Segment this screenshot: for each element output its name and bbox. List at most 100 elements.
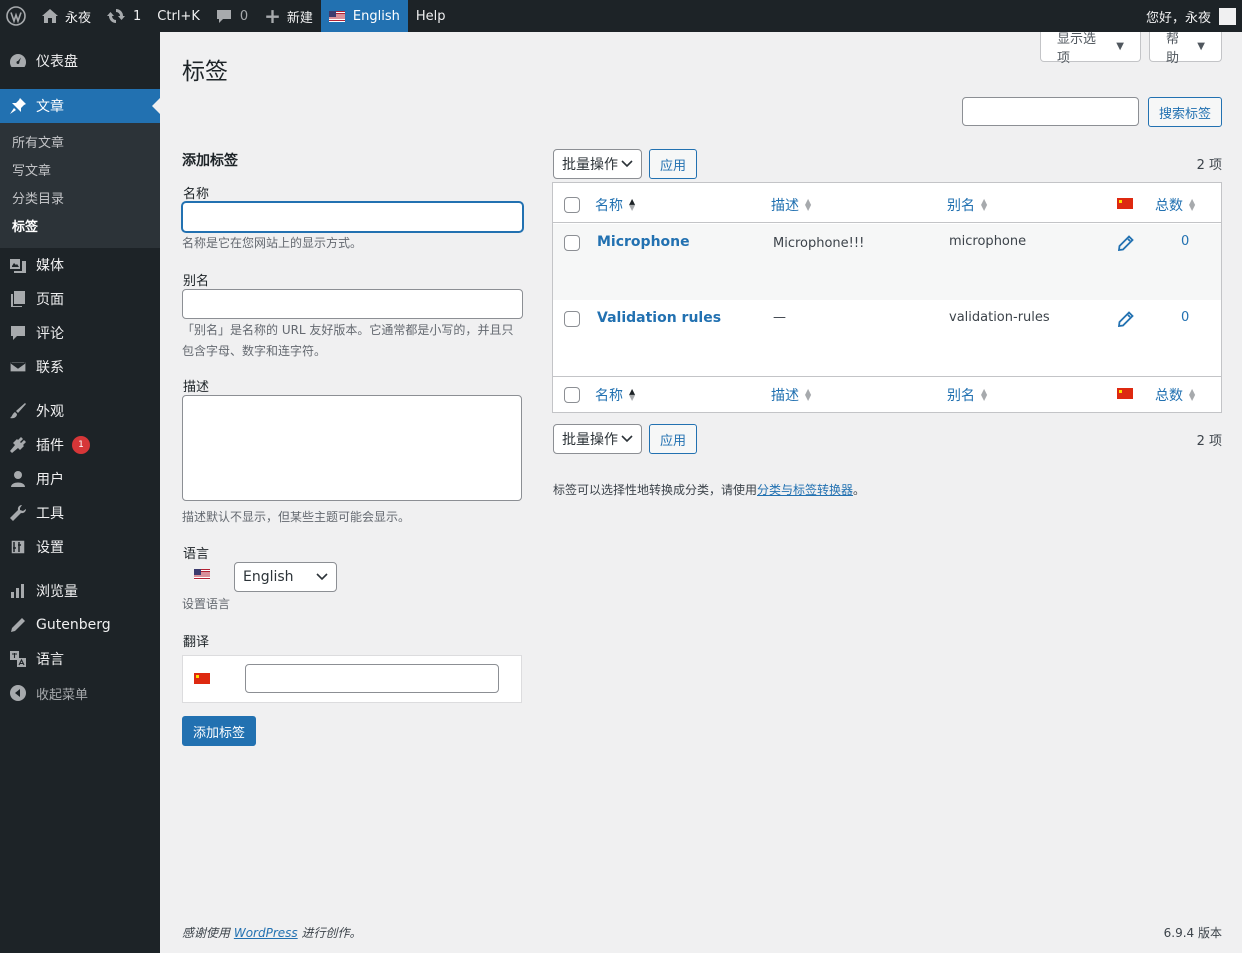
collapse-menu-button[interactable]: 收起菜单 — [0, 676, 160, 710]
menu-label: 联系 — [36, 360, 64, 376]
menu-posts[interactable]: 文章 — [0, 89, 160, 123]
menu-dashboard[interactable]: 仪表盘 — [0, 44, 160, 78]
column-slug-footer[interactable]: 别名 ▲ ▼ — [947, 385, 987, 405]
translation-icon — [8, 649, 28, 669]
sort-icon: ▲ ▼ — [981, 197, 988, 212]
submenu-new-post[interactable]: 写文章 — [0, 158, 160, 186]
bulk-actions-select-bottom[interactable]: 批量操作 — [553, 424, 642, 454]
wordpress-link[interactable]: WordPress — [234, 926, 298, 940]
language-switcher[interactable]: English — [320, 0, 408, 32]
tag-converter-link[interactable]: 分类与标签转换器 — [757, 483, 853, 497]
page-title: 标签 — [182, 59, 228, 85]
row-checkbox[interactable] — [564, 235, 580, 251]
menu-contact[interactable]: 联系 — [0, 350, 160, 384]
menu-plugins[interactable]: 插件 1 — [0, 428, 160, 462]
comments-link[interactable]: 0 — [208, 0, 256, 32]
main-content: 显示选项 ▼ 帮助 ▼ 标签 搜索标签 添加标签 名称 名称是它在您网站上的显示方式… — [160, 32, 1242, 953]
caret-down-icon: ▼ — [1197, 41, 1205, 52]
chevron-down-icon — [316, 573, 328, 581]
help-button[interactable]: 帮助 ▼ — [1149, 32, 1222, 66]
menu-users[interactable]: 用户 — [0, 462, 160, 496]
column-name-header[interactable]: 名称 ▲ ▼ — [595, 195, 635, 215]
column-slug-header[interactable]: 别名 ▲ ▼ — [947, 195, 987, 215]
slug-label: 别名 — [183, 274, 210, 289]
screen-options-button[interactable]: 显示选项 ▼ — [1040, 32, 1141, 66]
description-help: 描述默认不显示，但某些主题可能会显示。 — [182, 510, 411, 524]
edit-translation-pencil-icon[interactable] — [1117, 235, 1134, 255]
select-all-checkbox[interactable] — [564, 197, 580, 213]
plus-icon: + — [264, 4, 281, 28]
search-input[interactable] — [962, 97, 1139, 126]
sort-icon: ▲ ▼ — [629, 197, 636, 212]
menu-label: 用户 — [36, 472, 64, 488]
tag-count-link[interactable]: 0 — [1181, 234, 1189, 249]
tag-name-link[interactable]: Microphone — [597, 234, 690, 250]
dashboard-icon — [8, 51, 28, 71]
menu-settings[interactable]: 设置 — [0, 530, 160, 564]
tags-table: 名称 ▲ ▼ 描述 ▲ ▼ 别名 ▲ ▼ 总数 ▲ ▼ Microphone Micro… — [552, 182, 1222, 413]
apply-button-top[interactable]: 应用 — [649, 149, 697, 179]
menu-label: 设置 — [36, 540, 64, 556]
select-all-checkbox-bottom[interactable] — [564, 387, 580, 403]
new-content-link[interactable]: + 新建 — [256, 0, 321, 32]
wordpress-logo-icon[interactable] — [0, 0, 33, 32]
menu-label: 浏览量 — [36, 584, 78, 600]
menu-media[interactable]: 媒体 — [0, 248, 160, 282]
column-count-header[interactable]: 总数 ▲ ▼ — [1155, 195, 1195, 215]
updates-link[interactable]: 1 — [99, 0, 149, 32]
column-label: 名称 — [595, 198, 623, 214]
menu-appearance[interactable]: 外观 — [0, 394, 160, 428]
menu-comments[interactable]: 评论 — [0, 316, 160, 350]
footer-post: 进行创作。 — [301, 926, 362, 940]
menu-languages[interactable]: 语言 — [0, 642, 160, 676]
column-label: 总数 — [1155, 198, 1183, 214]
menu-tools[interactable]: 工具 — [0, 496, 160, 530]
submenu-tags[interactable]: 标签 — [0, 214, 160, 242]
add-tag-button[interactable]: 添加标签 — [182, 716, 256, 746]
updates-count: 1 — [133, 8, 142, 24]
menu-label: 文章 — [36, 99, 64, 115]
avatar — [1219, 7, 1236, 25]
help-link[interactable]: Help — [408, 0, 454, 32]
command-palette-shortcut[interactable]: Ctrl+K — [149, 0, 208, 32]
site-name-link[interactable]: 永夜 — [33, 0, 99, 32]
column-description-footer[interactable]: 描述 ▲ ▼ — [771, 385, 811, 405]
comment-icon — [8, 323, 28, 343]
translation-input[interactable] — [245, 664, 499, 693]
column-name-footer[interactable]: 名称 ▲ ▼ — [595, 385, 635, 405]
comment-icon — [216, 8, 232, 24]
menu-stats[interactable]: 浏览量 — [0, 574, 160, 608]
posts-submenu: 所有文章 写文章 分类目录 标签 — [0, 123, 160, 248]
new-label: 新建 — [286, 10, 313, 26]
tag-name-input[interactable] — [182, 202, 523, 232]
language-help: 设置语言 — [182, 597, 231, 611]
column-count-footer[interactable]: 总数 ▲ ▼ — [1155, 385, 1195, 405]
search-tags-button[interactable]: 搜索标签 — [1148, 97, 1222, 127]
bulk-actions-select-top[interactable]: 批量操作 — [553, 149, 642, 179]
name-help: 名称是它在您网站上的显示方式。 — [182, 236, 363, 250]
items-count-bottom: 2 项 — [1196, 434, 1222, 449]
tag-count-link[interactable]: 0 — [1181, 310, 1189, 325]
tag-description-textarea[interactable] — [182, 395, 522, 501]
column-label: 描述 — [771, 388, 799, 404]
language-select[interactable]: English — [234, 562, 337, 592]
menu-gutenberg[interactable]: Gutenberg — [0, 608, 160, 642]
my-account[interactable]: 您好，永夜 — [1138, 0, 1242, 32]
row-checkbox[interactable] — [564, 311, 580, 327]
submenu-all-posts[interactable]: 所有文章 — [0, 130, 160, 158]
bulk-actions-value: 批量操作 — [562, 157, 618, 173]
edit-translation-pencil-icon[interactable] — [1117, 311, 1134, 331]
submenu-categories[interactable]: 分类目录 — [0, 186, 160, 214]
menu-label: 页面 — [36, 292, 64, 308]
tag-name-link[interactable]: Validation rules — [597, 310, 721, 326]
column-description-header[interactable]: 描述 ▲ ▼ — [771, 195, 811, 215]
menu-label: 评论 — [36, 326, 64, 342]
translations-box — [182, 655, 522, 703]
column-label: 总数 — [1155, 388, 1183, 404]
admin-bar: 永夜 1 Ctrl+K 0 + 新建 English Help 您好，永夜 — [0, 0, 1242, 32]
tag-slug-input[interactable] — [182, 289, 523, 319]
sort-icon: ▲ ▼ — [1189, 387, 1196, 402]
site-name: 永夜 — [65, 10, 92, 26]
menu-pages[interactable]: 页面 — [0, 282, 160, 316]
apply-button-bottom[interactable]: 应用 — [649, 424, 697, 454]
